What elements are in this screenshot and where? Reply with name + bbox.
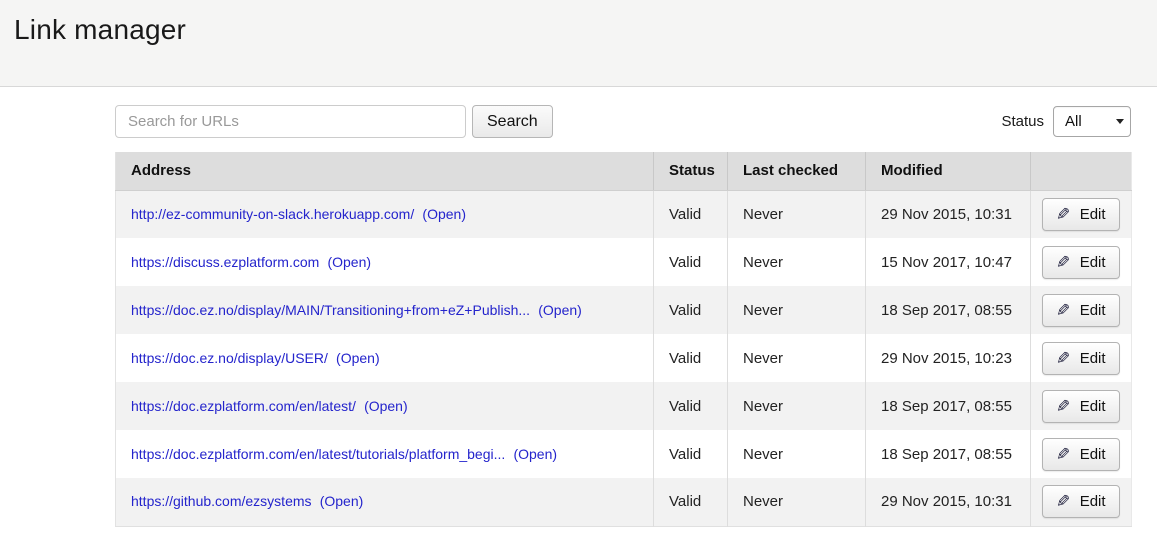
edit-button-label: Edit [1080, 350, 1106, 367]
edit-button-label: Edit [1080, 254, 1106, 271]
edit-button-label: Edit [1080, 206, 1106, 223]
last-checked-cell: Never [728, 238, 866, 286]
table-row: https://doc.ez.no/display/USER/ (Open) V… [116, 334, 1132, 382]
pencil-icon: ✎ [1056, 350, 1070, 367]
status-cell: Valid [654, 430, 728, 478]
modified-cell: 15 Nov 2017, 10:47 [866, 238, 1031, 286]
pencil-icon: ✎ [1056, 254, 1070, 271]
modified-cell: 29 Nov 2015, 10:31 [866, 190, 1031, 238]
pencil-icon: ✎ [1056, 446, 1070, 463]
page-header-band: Link manager [0, 0, 1157, 87]
table-row: https://doc.ez.no/display/MAIN/Transitio… [116, 286, 1132, 334]
column-header-actions [1031, 152, 1132, 190]
edit-button[interactable]: ✎ Edit [1042, 438, 1119, 471]
status-cell: Valid [654, 286, 728, 334]
status-cell: Valid [654, 238, 728, 286]
address-link[interactable]: https://doc.ez.no/display/MAIN/Transitio… [131, 302, 530, 318]
table-row: https://doc.ezplatform.com/en/latest/tut… [116, 430, 1132, 478]
search-button[interactable]: Search [472, 105, 553, 138]
last-checked-cell: Never [728, 286, 866, 334]
links-table: Address Status Last checked Modified htt… [115, 152, 1132, 527]
pencil-icon: ✎ [1056, 493, 1070, 510]
actions-cell: ✎ Edit [1031, 334, 1132, 382]
modified-cell: 18 Sep 2017, 08:55 [866, 382, 1031, 430]
edit-button-label: Edit [1080, 446, 1106, 463]
table-row: http://ez-community-on-slack.herokuapp.c… [116, 190, 1132, 238]
column-header-modified: Modified [866, 152, 1031, 190]
actions-cell: ✎ Edit [1031, 430, 1132, 478]
open-link[interactable]: (Open) [538, 302, 582, 318]
edit-button[interactable]: ✎ Edit [1042, 485, 1119, 518]
actions-cell: ✎ Edit [1031, 478, 1132, 526]
modified-cell: 29 Nov 2015, 10:31 [866, 478, 1031, 526]
address-cell: https://doc.ez.no/display/USER/ (Open) [116, 334, 654, 382]
address-cell: https://github.com/ezsystems (Open) [116, 478, 654, 526]
page-title: Link manager [14, 14, 1157, 46]
address-link[interactable]: https://doc.ezplatform.com/en/latest/ [131, 398, 356, 414]
table-row: https://discuss.ezplatform.com (Open) Va… [116, 238, 1132, 286]
status-cell: Valid [654, 334, 728, 382]
actions-cell: ✎ Edit [1031, 238, 1132, 286]
open-link[interactable]: (Open) [364, 398, 408, 414]
table-header: Address Status Last checked Modified [116, 152, 1132, 190]
address-link[interactable]: https://doc.ezplatform.com/en/latest/tut… [131, 446, 505, 462]
last-checked-cell: Never [728, 382, 866, 430]
edit-button[interactable]: ✎ Edit [1042, 390, 1119, 423]
edit-button[interactable]: ✎ Edit [1042, 342, 1119, 375]
edit-button[interactable]: ✎ Edit [1042, 198, 1119, 231]
status-filter-label: Status [1001, 113, 1044, 130]
content: Search Status All Address Status Last ch… [115, 105, 1131, 527]
edit-button-label: Edit [1080, 398, 1106, 415]
last-checked-cell: Never [728, 334, 866, 382]
pencil-icon: ✎ [1056, 206, 1070, 223]
address-cell: https://discuss.ezplatform.com (Open) [116, 238, 654, 286]
address-link[interactable]: https://discuss.ezplatform.com [131, 254, 319, 270]
address-link[interactable]: https://github.com/ezsystems [131, 493, 312, 509]
status-select[interactable]: All [1053, 106, 1131, 137]
table-row: https://doc.ezplatform.com/en/latest/ (O… [116, 382, 1132, 430]
actions-cell: ✎ Edit [1031, 190, 1132, 238]
toolbar: Search Status All [115, 105, 1131, 138]
pencil-icon: ✎ [1056, 302, 1070, 319]
modified-cell: 29 Nov 2015, 10:23 [866, 334, 1031, 382]
last-checked-cell: Never [728, 190, 866, 238]
column-header-status: Status [654, 152, 728, 190]
open-link[interactable]: (Open) [336, 350, 380, 366]
open-link[interactable]: (Open) [513, 446, 557, 462]
status-filter-group: Status All [1001, 106, 1131, 137]
column-header-last-checked: Last checked [728, 152, 866, 190]
column-header-address: Address [116, 152, 654, 190]
edit-button-label: Edit [1080, 302, 1106, 319]
modified-cell: 18 Sep 2017, 08:55 [866, 430, 1031, 478]
actions-cell: ✎ Edit [1031, 382, 1132, 430]
open-link[interactable]: (Open) [320, 493, 364, 509]
status-cell: Valid [654, 478, 728, 526]
address-link[interactable]: http://ez-community-on-slack.herokuapp.c… [131, 206, 414, 222]
edit-button-label: Edit [1080, 493, 1106, 510]
table-row: https://github.com/ezsystems (Open) Vali… [116, 478, 1132, 526]
open-link[interactable]: (Open) [422, 206, 466, 222]
last-checked-cell: Never [728, 430, 866, 478]
address-cell: https://doc.ezplatform.com/en/latest/ (O… [116, 382, 654, 430]
open-link[interactable]: (Open) [327, 254, 371, 270]
modified-cell: 18 Sep 2017, 08:55 [866, 286, 1031, 334]
search-input[interactable] [115, 105, 466, 138]
address-link[interactable]: https://doc.ez.no/display/USER/ [131, 350, 328, 366]
status-cell: Valid [654, 382, 728, 430]
edit-button[interactable]: ✎ Edit [1042, 294, 1119, 327]
status-select-value: All [1065, 113, 1082, 130]
address-cell: https://doc.ezplatform.com/en/latest/tut… [116, 430, 654, 478]
pencil-icon: ✎ [1056, 398, 1070, 415]
status-cell: Valid [654, 190, 728, 238]
actions-cell: ✎ Edit [1031, 286, 1132, 334]
edit-button[interactable]: ✎ Edit [1042, 246, 1119, 279]
address-cell: http://ez-community-on-slack.herokuapp.c… [116, 190, 654, 238]
last-checked-cell: Never [728, 478, 866, 526]
address-cell: https://doc.ez.no/display/MAIN/Transitio… [116, 286, 654, 334]
chevron-down-icon [1116, 119, 1124, 124]
